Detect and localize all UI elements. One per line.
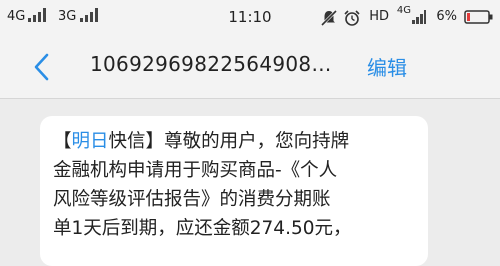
message-text: 【明日快信】尊敬的用户，您向持牌 金融机构申请用于购买商品-《个人 风险等级评估… [53,127,421,243]
edit-button[interactable]: 编辑 [367,52,407,81]
message-line-1: 尊敬的用户，您向持牌 [164,131,350,152]
message-brand-rest: 快信 [108,131,146,152]
message-bracket-open: 【 [53,131,72,152]
message-bubble[interactable]: 【明日快信】尊敬的用户，您向持牌 金融机构申请用于购买商品-《个人 风险等级评估… [40,116,428,266]
alarm-clock-icon [344,10,360,26]
message-line-3: 风险等级评估报告》的消费分期账 [53,189,331,210]
message-line-2: 金融机构申请用于购买商品-《个人 [53,160,338,181]
sender-number: 10692969822564908… [90,52,332,76]
bell-slash-icon [320,9,338,27]
message-bracket-close: 】 [145,131,165,152]
chevron-left-icon[interactable] [30,52,54,82]
signal-icon-3 [412,10,426,24]
message-line-4: 单1天后到期，应还金额274.50元， [53,218,352,239]
network-type-3: 4G [396,5,411,16]
conversation-header: 10692969822564908… 编辑 [0,34,500,99]
battery-percent: 6% [436,9,457,24]
brand-link[interactable]: 明日 [72,131,109,152]
status-bar: 4G 3G 11:10 HD 4G 6% [0,0,500,34]
hd-label: HD [369,9,389,24]
battery-icon [464,10,493,24]
